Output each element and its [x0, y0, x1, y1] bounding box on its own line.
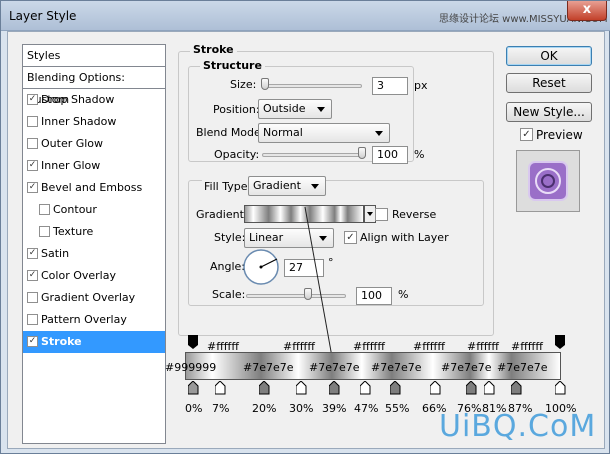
stop-percent: 39% — [322, 402, 347, 415]
stop-percent: 47% — [354, 402, 379, 415]
bottom-watermark: UiBQ.CoM — [439, 409, 597, 444]
color-stop[interactable] — [296, 381, 307, 395]
color-stop[interactable] — [188, 381, 199, 395]
color-stop[interactable] — [484, 381, 495, 395]
color-stop[interactable] — [390, 381, 401, 395]
stop-percent: 20% — [252, 402, 277, 415]
gradient-mid-label: #7e7e7e — [371, 361, 422, 374]
gradient-mid-label: #7e7e7e — [243, 361, 294, 374]
gradient-mid-label: #999999 — [165, 361, 217, 374]
stop-percent: 30% — [289, 402, 314, 415]
opacity-stop-right[interactable] — [555, 335, 565, 349]
gradient-mid-label: #7e7e7e — [441, 361, 492, 374]
gradient-mid-label: #7e7e7e — [309, 361, 360, 374]
color-stop[interactable] — [430, 381, 441, 395]
color-stop[interactable] — [259, 381, 270, 395]
color-stop[interactable] — [215, 381, 226, 395]
stop-percent: 55% — [385, 402, 410, 415]
color-stop[interactable] — [329, 381, 340, 395]
stop-percent: 0% — [185, 402, 203, 415]
color-stop[interactable] — [360, 381, 371, 395]
color-stop[interactable] — [511, 381, 522, 395]
gradient-mid-label: #7e7e7e — [497, 361, 548, 374]
layer-style-dialog: Layer Style 思缘设计论坛 www.MISSYUAN.COM x St… — [0, 0, 610, 454]
color-stop[interactable] — [466, 381, 477, 395]
color-stop[interactable] — [555, 381, 566, 395]
stop-percent: 7% — [212, 402, 230, 415]
opacity-stop-left[interactable] — [188, 335, 198, 349]
